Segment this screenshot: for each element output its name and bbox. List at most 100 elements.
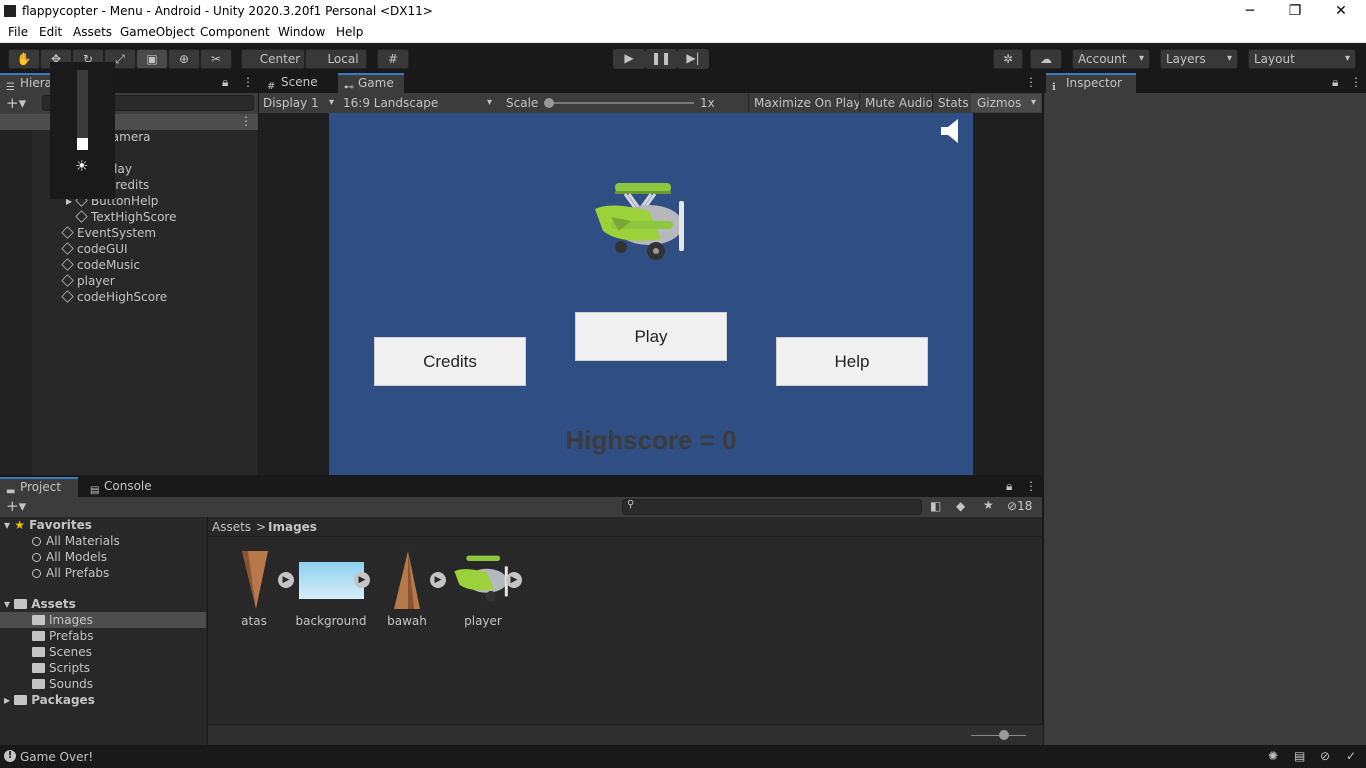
hierarchy-item[interactable]: player bbox=[61, 273, 115, 289]
cloud-icon[interactable]: ☁ bbox=[1030, 49, 1062, 69]
tab-game[interactable]: ⊷ Game bbox=[338, 73, 404, 93]
folder-item[interactable]: Sounds bbox=[32, 676, 93, 692]
hierarchy-item[interactable]: codeMusic bbox=[61, 257, 140, 273]
favorites-item[interactable]: All Models bbox=[32, 549, 107, 565]
kebab-menu-icon[interactable]: ⋮ bbox=[1025, 479, 1037, 493]
pivot-local-button[interactable]: Local bbox=[305, 49, 367, 69]
grid-snap-icon[interactable]: # bbox=[377, 49, 409, 69]
layers-dropdown[interactable]: Layers bbox=[1160, 49, 1238, 69]
kebab-menu-icon[interactable]: ⋮ bbox=[1350, 75, 1362, 89]
menu-edit[interactable]: Edit bbox=[39, 25, 62, 39]
bawah-thumbnail-icon[interactable] bbox=[392, 549, 422, 611]
tab-console[interactable]: ▤ Console bbox=[84, 477, 164, 497]
transform-tool-icon[interactable]: ⊕ bbox=[168, 49, 200, 69]
restore-icon[interactable]: ❐ bbox=[1272, 1, 1318, 22]
collab-icon[interactable]: ✲ bbox=[993, 49, 1023, 69]
credits-button[interactable]: Credits bbox=[374, 337, 526, 386]
favorites-item[interactable]: All Materials bbox=[32, 533, 120, 549]
atas-thumbnail-icon[interactable] bbox=[240, 549, 270, 611]
expand-sprite-icon[interactable]: ▶ bbox=[354, 572, 370, 588]
inspector-panel: ℹ Inspector 🔒︎ ⋮ bbox=[1044, 73, 1366, 745]
folder-icon bbox=[32, 631, 45, 641]
menu-gameobject[interactable]: GameObject bbox=[120, 25, 195, 39]
close-icon[interactable]: ✕ bbox=[1318, 1, 1364, 22]
assets-header[interactable]: ▾ Assets bbox=[4, 596, 76, 612]
unity-icon bbox=[4, 5, 16, 17]
pause-button[interactable]: ❚❚ bbox=[645, 49, 677, 69]
status-message[interactable]: Game Over! bbox=[20, 750, 93, 764]
favorites-item[interactable]: All Prefabs bbox=[32, 565, 109, 581]
lock-icon[interactable]: 🔒︎ bbox=[1006, 479, 1012, 494]
create-plus-icon[interactable]: +▾ bbox=[6, 94, 26, 112]
packages-header[interactable]: ▸ Packages bbox=[4, 692, 95, 708]
help-button[interactable]: Help bbox=[776, 337, 928, 386]
hierarchy-item[interactable]: codeHighScore bbox=[61, 289, 167, 305]
custom-tool-icon[interactable]: ✂ bbox=[200, 49, 232, 69]
scale-slider[interactable] bbox=[549, 102, 694, 104]
folder-item[interactable]: Scripts bbox=[32, 660, 90, 676]
kebab-menu-icon[interactable]: ⋮ bbox=[242, 75, 254, 89]
create-plus-icon[interactable]: +▾ bbox=[6, 497, 26, 515]
mute-audio-toggle[interactable]: Mute Audio bbox=[859, 94, 938, 112]
pivot-center-button[interactable]: Center bbox=[241, 49, 305, 69]
filter-label-icon[interactable]: ◆ bbox=[956, 499, 965, 513]
project-search-input[interactable]: ⚲ bbox=[622, 499, 922, 515]
hierarchy-item[interactable]: EventSystem bbox=[61, 225, 156, 241]
bug-icon[interactable]: ✺ bbox=[1268, 749, 1278, 763]
display-dropdown[interactable]: Display 1 bbox=[261, 94, 339, 112]
progress-icon[interactable]: ⊘ bbox=[1320, 749, 1330, 763]
folder-icon bbox=[32, 615, 45, 625]
hierarchy-item[interactable]: TextHighScore bbox=[75, 209, 176, 225]
menu-assets[interactable]: Assets bbox=[73, 25, 112, 39]
tab-project[interactable]: ▬ Project bbox=[0, 477, 78, 497]
scale-slider-thumb[interactable] bbox=[544, 98, 554, 108]
brightness-slider-thumb[interactable] bbox=[77, 138, 88, 150]
step-button[interactable]: ▶| bbox=[677, 49, 709, 69]
cache-icon[interactable]: ▤ bbox=[1294, 749, 1305, 763]
favorites-header[interactable]: ▾ ★ Favorites bbox=[4, 517, 92, 533]
menu-file[interactable]: File bbox=[8, 25, 28, 39]
kebab-menu-icon[interactable]: ⋮ bbox=[1025, 75, 1037, 89]
check-icon[interactable]: ✓ bbox=[1346, 749, 1356, 763]
menu-help[interactable]: Help bbox=[336, 25, 363, 39]
menu-component[interactable]: Component bbox=[200, 25, 270, 39]
breadcrumb-images[interactable]: Images bbox=[268, 519, 317, 535]
lock-icon[interactable]: 🔒︎ bbox=[222, 75, 228, 90]
scale-value: 1x bbox=[700, 96, 715, 110]
expand-sprite-icon[interactable]: ▶ bbox=[278, 572, 294, 588]
speaker-icon[interactable] bbox=[939, 116, 963, 146]
hand-tool-icon[interactable]: ✋ bbox=[8, 49, 40, 69]
play-button-game[interactable]: Play bbox=[575, 312, 727, 361]
maximize-on-play-toggle[interactable]: Maximize On Play bbox=[748, 94, 866, 112]
folder-item[interactable]: Scenes bbox=[32, 644, 92, 660]
hierarchy-item[interactable]: codeGUI bbox=[61, 241, 128, 257]
menu-window[interactable]: Window bbox=[278, 25, 325, 39]
aspect-dropdown[interactable]: 16:9 Landscape bbox=[341, 94, 497, 112]
hidden-packages-icon[interactable]: ⊘18 bbox=[1007, 499, 1032, 513]
layout-dropdown[interactable]: Layout bbox=[1248, 49, 1356, 69]
play-button[interactable]: ▶ bbox=[613, 49, 645, 69]
thumbnail-size-thumb[interactable] bbox=[999, 730, 1009, 740]
project-footer bbox=[208, 724, 1043, 745]
gameobject-icon bbox=[61, 226, 74, 239]
folder-item[interactable]: Images bbox=[32, 612, 93, 628]
scene-row-menu[interactable]: ⋮ bbox=[0, 114, 258, 130]
lock-icon[interactable]: 🔒︎ bbox=[1332, 75, 1338, 90]
search-icon bbox=[32, 553, 41, 562]
expand-sprite-icon[interactable]: ▶ bbox=[430, 572, 446, 588]
breadcrumb-assets[interactable]: Assets bbox=[212, 519, 251, 535]
player-thumbnail-icon[interactable] bbox=[452, 551, 512, 607]
tab-scene[interactable]: # Scene bbox=[261, 73, 337, 93]
account-dropdown[interactable]: Account bbox=[1072, 49, 1150, 69]
stats-toggle[interactable]: Stats bbox=[932, 94, 974, 112]
gameobject-icon bbox=[75, 210, 88, 223]
folder-item[interactable]: Prefabs bbox=[32, 628, 94, 644]
tab-inspector[interactable]: ℹ Inspector bbox=[1046, 73, 1136, 93]
minimize-icon[interactable]: ─ bbox=[1227, 1, 1273, 22]
filter-type-icon[interactable]: ◧ bbox=[930, 499, 941, 513]
gizmos-toggle[interactable]: Gizmos bbox=[971, 94, 1041, 112]
rect-tool-icon[interactable]: ▣ bbox=[136, 49, 168, 69]
expand-sprite-icon[interactable]: ▶ bbox=[506, 572, 522, 588]
scene-menu-icon[interactable]: ⋮ bbox=[240, 114, 252, 128]
favorite-star-icon[interactable]: ★ bbox=[983, 498, 994, 512]
